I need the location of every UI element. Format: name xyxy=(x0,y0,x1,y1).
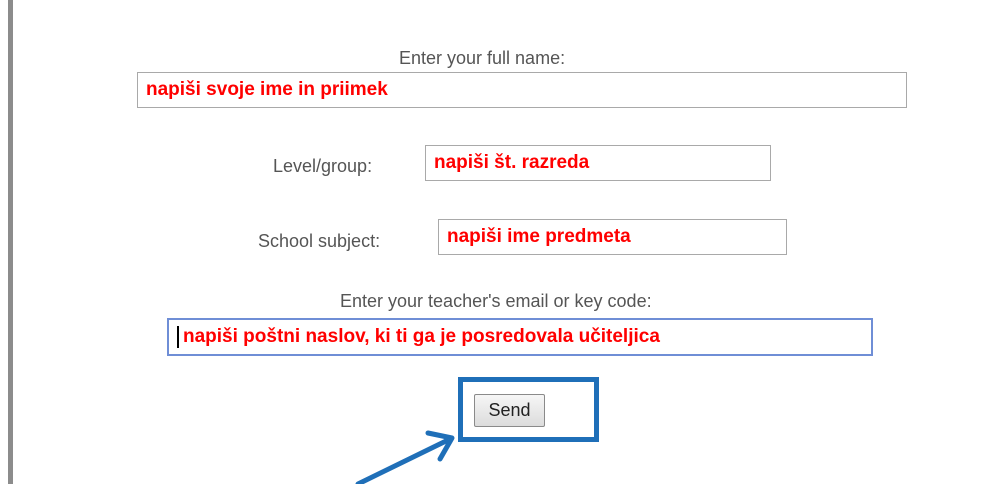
teacher-email-input[interactable]: napiši poštni naslov, ki ti ga je posred… xyxy=(167,318,873,356)
left-divider xyxy=(8,0,13,484)
school-subject-value: napiši ime predmeta xyxy=(447,226,631,247)
level-group-value: napiši št. razreda xyxy=(434,152,590,173)
text-caret xyxy=(177,326,179,348)
full-name-input[interactable]: napiši svoje ime in priimek xyxy=(137,72,907,108)
send-button[interactable]: Send xyxy=(474,394,545,427)
level-group-input[interactable]: napiši št. razreda xyxy=(425,145,771,181)
full-name-label: Enter your full name: xyxy=(399,48,566,68)
school-subject-label: School subject: xyxy=(258,231,381,251)
level-group-label: Level/group: xyxy=(273,156,373,176)
teacher-email-value: napiši poštni naslov, ki ti ga je posred… xyxy=(183,326,660,347)
worksheet-submit-form: Enter your full name: napiši svoje ime i… xyxy=(0,0,1001,484)
school-subject-input[interactable]: napiši ime predmeta xyxy=(438,219,787,255)
full-name-value: napiši svoje ime in priimek xyxy=(146,79,388,100)
teacher-email-label: Enter your teacher's email or key code: xyxy=(340,291,652,311)
